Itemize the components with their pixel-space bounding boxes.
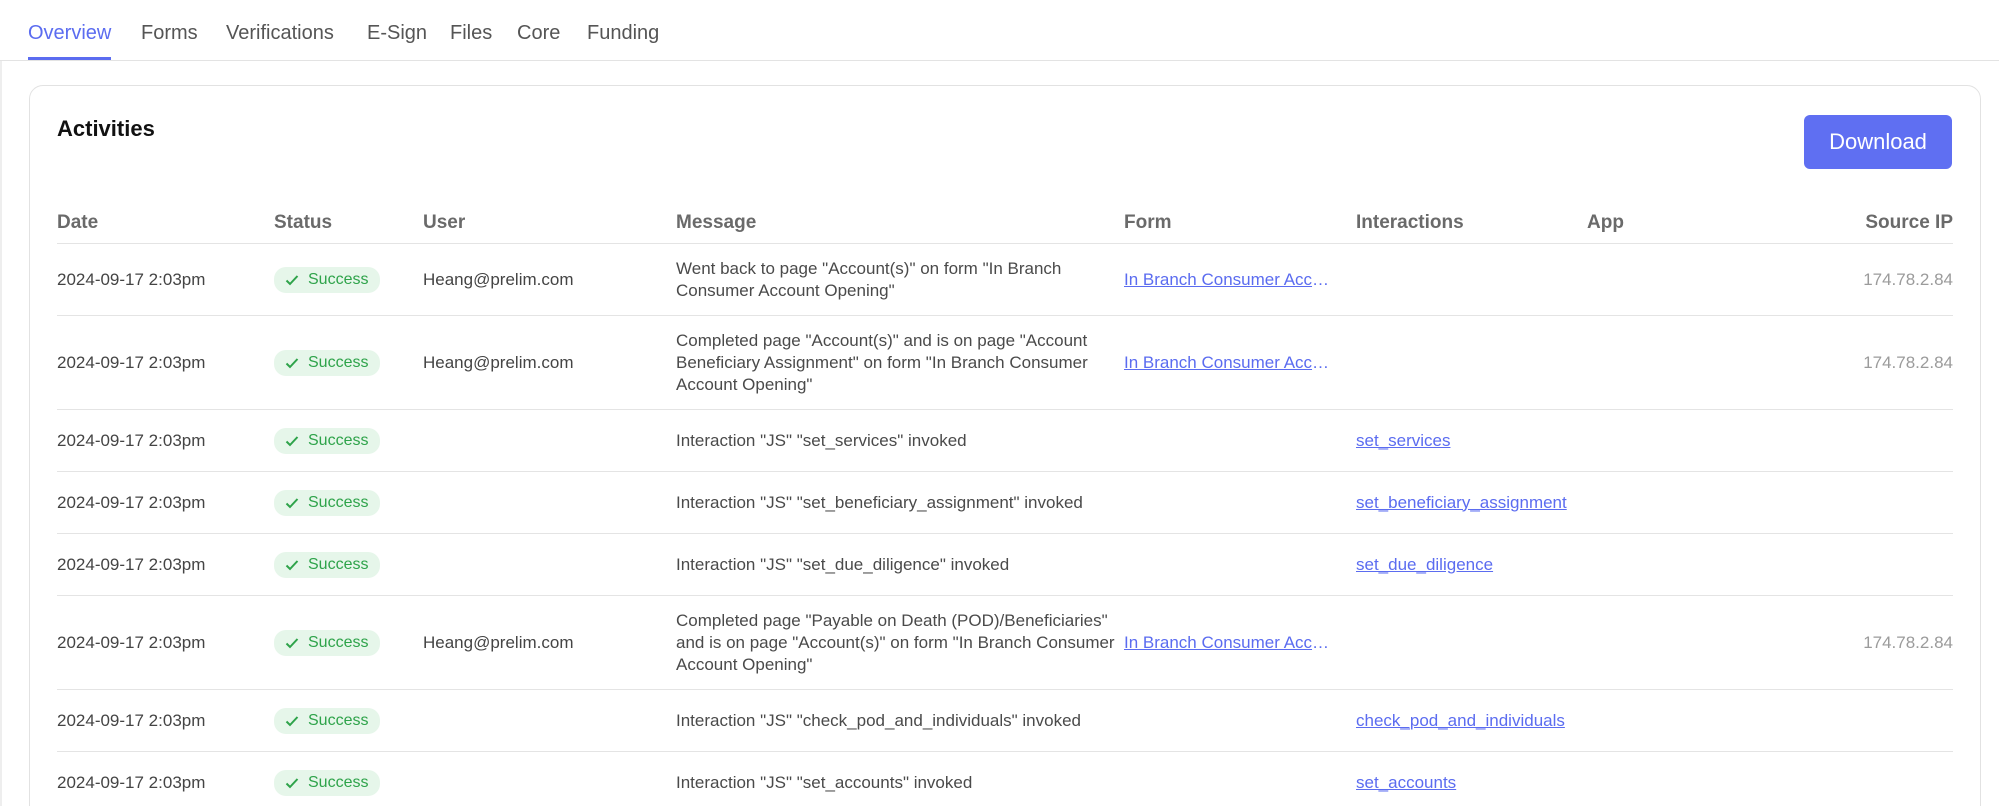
- check-icon: [285, 435, 299, 446]
- tab-core[interactable]: Core: [517, 22, 560, 57]
- status-badge: Success: [274, 629, 381, 656]
- row-date: 2024-09-17 2:03pm: [57, 430, 206, 450]
- table-row[interactable]: 2024-09-17 2:03pm Success Interaction "J…: [57, 472, 1953, 534]
- check-icon: [285, 637, 299, 648]
- row-date: 2024-09-17 2:03pm: [57, 632, 206, 652]
- row-message: Went back to page "Account(s)" on form "…: [676, 258, 1062, 300]
- row-source-ip: 174.78.2.84: [1863, 269, 1953, 289]
- status-text: Success: [308, 270, 369, 288]
- table-header: Date Status User Message Form Interactio…: [57, 196, 1953, 244]
- status-badge: Success: [274, 349, 381, 376]
- table-row[interactable]: 2024-09-17 2:03pm Success Heang@prelim.c…: [57, 596, 1953, 690]
- row-date: 2024-09-17 2:03pm: [57, 772, 206, 792]
- status-badge: Success: [274, 707, 381, 734]
- check-icon: [285, 715, 299, 726]
- column-header-status[interactable]: Status: [274, 212, 332, 234]
- row-source-ip: 174.78.2.84: [1863, 352, 1953, 372]
- form-link[interactable]: In Branch Consumer Acco...: [1124, 352, 1334, 374]
- download-button[interactable]: Download: [1804, 115, 1952, 169]
- activities-card: Activities Download Date Status User Mes…: [29, 85, 1981, 806]
- table-row[interactable]: 2024-09-17 2:03pm Success Heang@prelim.c…: [57, 244, 1953, 316]
- row-date: 2024-09-17 2:03pm: [57, 269, 206, 289]
- column-header-user[interactable]: User: [423, 212, 465, 234]
- tab-verifications[interactable]: Verifications: [226, 22, 334, 57]
- form-link[interactable]: In Branch Consumer Acco...: [1124, 269, 1334, 291]
- check-icon: [285, 274, 299, 285]
- check-icon: [285, 777, 299, 788]
- check-icon: [285, 497, 299, 508]
- activities-title: Activities: [57, 116, 155, 141]
- status-text: Success: [308, 555, 369, 573]
- tab-funding[interactable]: Funding: [587, 22, 659, 57]
- interaction-link[interactable]: set_accounts: [1356, 772, 1456, 794]
- row-date: 2024-09-17 2:03pm: [57, 554, 206, 574]
- interaction-link[interactable]: check_pod_and_individuals: [1356, 710, 1565, 732]
- tab-e-sign[interactable]: E-Sign: [367, 22, 427, 57]
- column-header-form[interactable]: Form: [1124, 212, 1172, 234]
- column-header-source-ip[interactable]: Source IP: [1865, 212, 1953, 234]
- tab-overview[interactable]: Overview: [28, 22, 112, 60]
- status-badge: Success: [274, 551, 381, 578]
- tab-bar: Overview Forms Verifications E-Sign File…: [0, 0, 1999, 61]
- row-user: Heang@prelim.com: [423, 269, 574, 289]
- row-message: Interaction "JS" "set_beneficiary_assign…: [676, 492, 1083, 512]
- tab-forms[interactable]: Forms: [141, 22, 198, 57]
- column-header-app[interactable]: App: [1587, 212, 1624, 234]
- column-header-message[interactable]: Message: [676, 212, 756, 234]
- tab-files[interactable]: Files: [450, 22, 492, 57]
- status-badge: Success: [274, 769, 381, 796]
- status-badge: Success: [274, 427, 381, 454]
- row-message: Interaction "JS" "set_due_diligence" inv…: [676, 554, 1010, 574]
- row-user: Heang@prelim.com: [423, 352, 574, 372]
- status-text: Success: [308, 353, 369, 371]
- row-source-ip: 174.78.2.84: [1863, 632, 1953, 652]
- form-link[interactable]: In Branch Consumer Acco...: [1124, 632, 1334, 654]
- activities-table: Date Status User Message Form Interactio…: [57, 196, 1953, 806]
- status-text: Success: [308, 493, 369, 511]
- column-header-interactions[interactable]: Interactions: [1356, 212, 1464, 234]
- status-text: Success: [308, 431, 369, 449]
- row-message: Completed page "Account(s)" and is on pa…: [676, 330, 1088, 394]
- check-icon: [285, 559, 299, 570]
- row-message: Interaction "JS" "set_accounts" invoked: [676, 772, 973, 792]
- column-header-date[interactable]: Date: [57, 212, 98, 234]
- table-row[interactable]: 2024-09-17 2:03pm Success Heang@prelim.c…: [57, 316, 1953, 410]
- row-date: 2024-09-17 2:03pm: [57, 352, 206, 372]
- interaction-link[interactable]: set_services: [1356, 430, 1450, 452]
- status-text: Success: [308, 711, 369, 729]
- table-row[interactable]: 2024-09-17 2:03pm Success Interaction "J…: [57, 752, 1953, 806]
- table-row[interactable]: 2024-09-17 2:03pm Success Interaction "J…: [57, 534, 1953, 596]
- row-date: 2024-09-17 2:03pm: [57, 710, 206, 730]
- table-row[interactable]: 2024-09-17 2:03pm Success Interaction "J…: [57, 690, 1953, 752]
- row-message: Interaction "JS" "check_pod_and_individu…: [676, 710, 1082, 730]
- check-icon: [285, 357, 299, 368]
- row-user: Heang@prelim.com: [423, 632, 574, 652]
- left-border: [0, 61, 2, 806]
- status-text: Success: [308, 633, 369, 651]
- row-message: Completed page "Payable on Death (POD)/B…: [676, 610, 1115, 674]
- interaction-link[interactable]: set_due_diligence: [1356, 554, 1493, 576]
- status-text: Success: [308, 773, 369, 791]
- table-row[interactable]: 2024-09-17 2:03pm Success Interaction "J…: [57, 410, 1953, 472]
- status-badge: Success: [274, 489, 381, 516]
- interaction-link[interactable]: set_beneficiary_assignment: [1356, 492, 1567, 514]
- status-badge: Success: [274, 266, 381, 293]
- row-message: Interaction "JS" "set_services" invoked: [676, 430, 967, 450]
- row-date: 2024-09-17 2:03pm: [57, 492, 206, 512]
